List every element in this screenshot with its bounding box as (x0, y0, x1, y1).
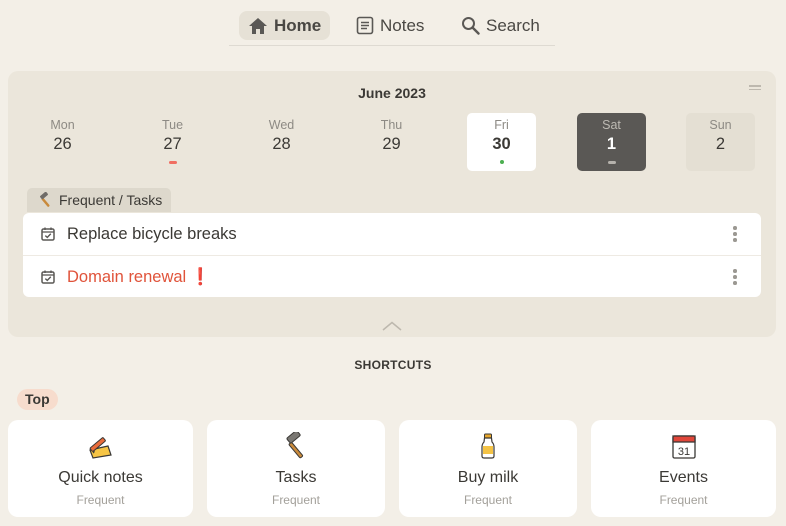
day-thu[interactable]: Thu 29 (357, 113, 426, 171)
collapse-chevron-icon[interactable] (382, 321, 402, 331)
shortcut-tasks[interactable]: Tasks Frequent (207, 420, 385, 517)
day-tue[interactable]: Tue 27 (138, 113, 207, 171)
event-marker (499, 160, 504, 164)
tasks-list: Replace bicycle breaks Domain renewal ❗ (23, 213, 761, 297)
home-icon (249, 17, 267, 34)
nav-search[interactable]: Search (461, 11, 540, 40)
day-date: 1 (606, 135, 617, 153)
svg-text:31: 31 (677, 446, 689, 458)
shortcut-name: Buy milk (457, 469, 519, 486)
task-label: Domain renewal (67, 267, 187, 286)
day-date: 26 (53, 135, 72, 153)
shortcut-name: Tasks (275, 469, 317, 486)
day-name: Sun (709, 118, 732, 132)
shortcut-name: Events (659, 469, 708, 486)
task-item[interactable]: Domain renewal ❗ (23, 255, 761, 298)
nav-home-label: Home (274, 15, 322, 35)
shortcut-subtitle: Frequent (659, 493, 708, 507)
calendar-icon: 31 (671, 435, 696, 459)
task-item[interactable]: Replace bicycle breaks (23, 213, 761, 255)
shortcut-buy-milk[interactable]: Buy milk Frequent (399, 420, 577, 517)
top-nav: Home Notes Search (229, 11, 555, 46)
exclamation-icon: ❗ (190, 267, 211, 286)
shortcuts-title: SHORTCUTS (354, 358, 432, 372)
task-more-icon[interactable] (733, 269, 737, 287)
day-name: Fri (494, 118, 509, 132)
day-name: Sat (602, 118, 621, 132)
shortcut-name: Quick notes (58, 469, 143, 486)
day-name: Tue (161, 118, 184, 132)
shortcut-subtitle: Frequent (76, 493, 125, 507)
day-name: Mon (50, 118, 75, 132)
shortcut-quick-notes[interactable]: Quick notes Frequent (8, 420, 193, 517)
memo-pencil-icon (88, 437, 112, 459)
event-marker (607, 160, 616, 164)
day-name: Thu (380, 118, 403, 132)
shortcut-subtitle: Frequent (463, 493, 513, 507)
hammer-icon (40, 192, 50, 207)
day-date: 2 (715, 135, 726, 153)
day-mon[interactable]: Mon 26 (28, 113, 97, 171)
task-more-icon[interactable] (733, 226, 737, 244)
day-wed[interactable]: Wed 28 (247, 113, 316, 171)
week-panel: June 2023 Mon 26 Tue 27 Wed 28 Thu 29 Fr… (8, 71, 776, 337)
panel-menu-icon[interactable] (749, 85, 761, 92)
nav-search-label: Search (486, 15, 540, 35)
day-date: 28 (272, 135, 291, 153)
day-name: Wed (268, 118, 295, 132)
day-sun[interactable]: Sun 2 (686, 113, 755, 171)
shortcut-subtitle: Frequent (271, 493, 321, 507)
day-date: 30 (492, 135, 511, 153)
task-label: Replace bicycle breaks (67, 224, 237, 243)
task-label-overdue: Domain renewal ❗ (67, 268, 211, 287)
notes-icon (356, 16, 374, 35)
day-date: 29 (382, 135, 401, 153)
nav-home[interactable]: Home (239, 11, 331, 40)
search-icon (462, 17, 480, 35)
shortcut-events[interactable]: 31 Events Frequent (591, 420, 776, 517)
month-label: June 2023 (358, 85, 426, 101)
tasks-section-label: Frequent / Tasks (59, 192, 163, 208)
task-checkbox-icon[interactable] (41, 270, 55, 284)
shortcut-group-label[interactable]: Top (17, 389, 58, 410)
nav-notes-label: Notes (380, 15, 425, 35)
day-date: 27 (163, 135, 182, 153)
task-checkbox-icon[interactable] (41, 227, 55, 241)
nav-notes[interactable]: Notes (356, 11, 424, 40)
day-sat-selected[interactable]: Sat 1 (577, 113, 646, 171)
hammer-icon (286, 432, 304, 459)
day-fri-today[interactable]: Fri 30 (467, 113, 536, 171)
event-marker (168, 160, 177, 164)
tasks-section-tag[interactable]: Frequent / Tasks (27, 188, 172, 212)
milk-bottle-icon (481, 433, 495, 459)
